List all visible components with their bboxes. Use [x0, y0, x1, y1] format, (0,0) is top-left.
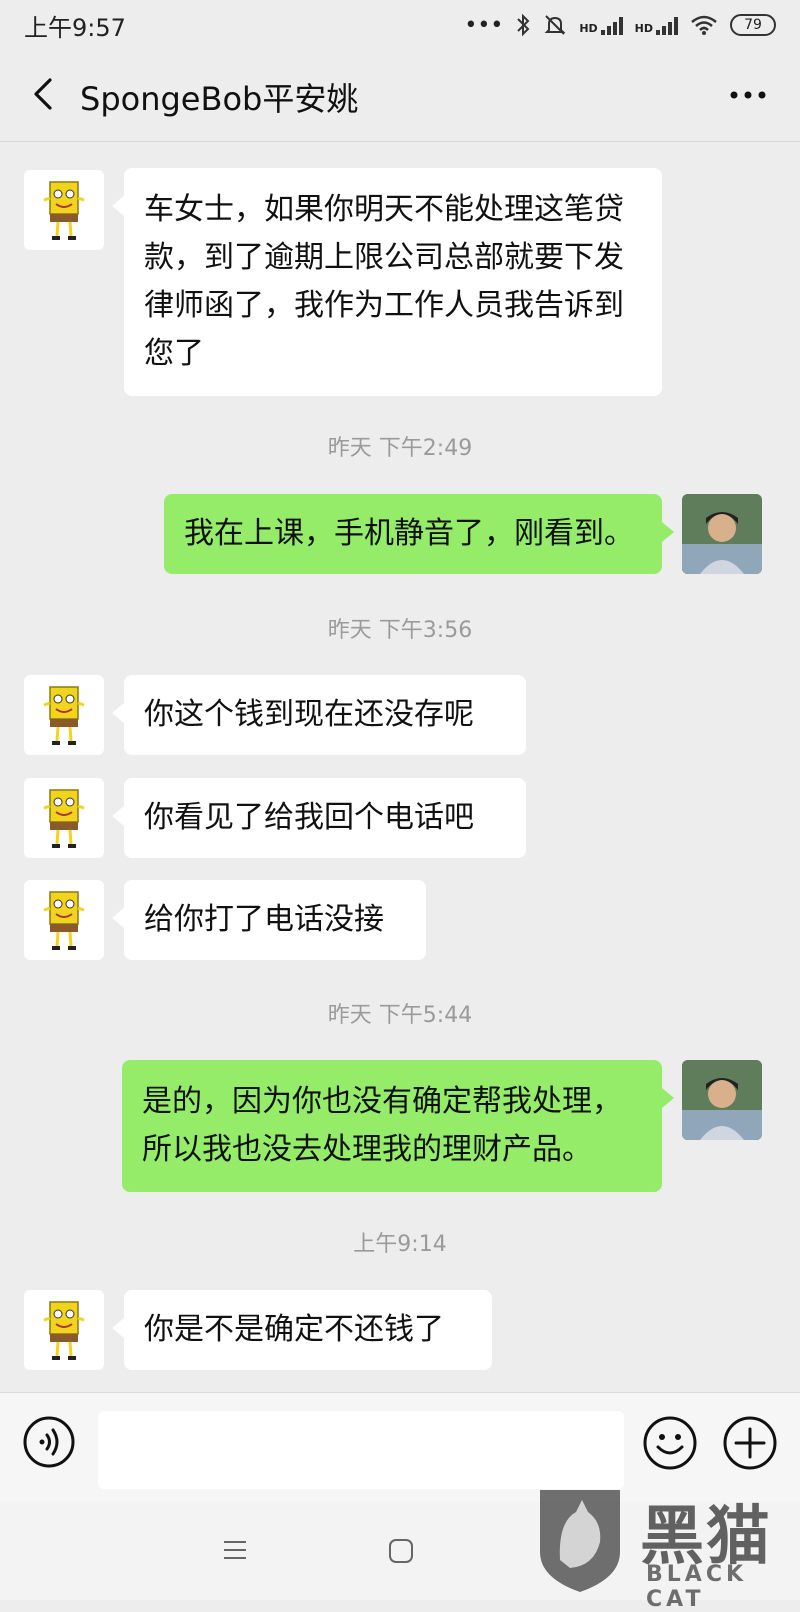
spongebob-avatar-icon	[43, 789, 85, 848]
plus-icon[interactable]	[722, 1415, 778, 1471]
message-text: 你看见了给我回个电话吧	[144, 800, 474, 835]
contact-avatar[interactable]	[24, 880, 104, 960]
message-timestamp: 昨天 下午3:56	[327, 618, 473, 643]
more-dots-icon: •••	[464, 12, 504, 38]
spongebob-avatar-icon	[43, 891, 85, 950]
message-timestamp: 上午9:14	[353, 1232, 447, 1257]
hd-label: HD	[579, 22, 598, 35]
voice-icon[interactable]	[22, 1415, 76, 1469]
message-text: 我在上课，手机静音了，刚看到。	[184, 516, 634, 551]
contact-avatar[interactable]	[24, 778, 104, 858]
incoming-message[interactable]: 你是不是确定不还钱了	[112, 1290, 492, 1370]
user-photo-icon	[682, 1060, 762, 1140]
message-text: 你是不是确定不还钱了	[144, 1312, 444, 1347]
message-text: 是的，因为你也没有确定帮我处理，所以我也没去处理我的理财产品。	[142, 1084, 622, 1167]
spongebob-avatar-icon	[43, 181, 85, 240]
mute-bell-icon	[544, 15, 566, 35]
message-text: 给你打了电话没接	[144, 902, 384, 937]
spongebob-avatar-icon	[43, 686, 85, 745]
signal-2: HD	[635, 15, 678, 35]
outgoing-message[interactable]: 我在上课，手机静音了，刚看到。	[164, 494, 674, 574]
incoming-message[interactable]: 你看见了给我回个电话吧	[112, 778, 526, 858]
message-text: 车女士，如果你明天不能处理这笔贷款，到了逾期上限公司总部就要下发律师函了，我作为…	[144, 192, 624, 371]
incoming-message[interactable]: 给你打了电话没接	[112, 880, 426, 960]
chat-header: SpongeBob平安姚	[0, 50, 800, 142]
status-time: 上午9:57	[24, 13, 126, 42]
hd-label: HD	[634, 22, 653, 35]
spongebob-avatar-icon	[43, 1301, 85, 1360]
user-photo-icon	[682, 494, 762, 574]
user-avatar[interactable]	[682, 1060, 762, 1140]
black-cat-logo-icon	[540, 1490, 620, 1592]
chat-title: SpongeBob平安姚	[80, 80, 359, 118]
signal-1: HD	[579, 15, 623, 35]
more-options-icon[interactable]	[728, 80, 768, 110]
incoming-message[interactable]: 你这个钱到现在还没存呢	[112, 675, 526, 755]
signal-icon	[656, 15, 678, 35]
incoming-message[interactable]: 车女士，如果你明天不能处理这笔贷款，到了逾期上限公司总部就要下发律师函了，我作为…	[112, 168, 662, 396]
bluetooth-icon	[517, 13, 530, 37]
battery-icon: 79	[730, 14, 776, 36]
outgoing-message[interactable]: 是的，因为你也没有确定帮我处理，所以我也没去处理我的理财产品。	[122, 1060, 674, 1192]
wifi-icon	[691, 15, 717, 35]
contact-avatar[interactable]	[24, 1290, 104, 1370]
emoji-icon[interactable]	[642, 1415, 698, 1471]
home-icon[interactable]	[388, 1538, 414, 1564]
status-bar: 上午9:57 ••• HD HD 79	[0, 0, 800, 50]
user-avatar[interactable]	[682, 494, 762, 574]
status-icons: ••• HD HD 79	[464, 13, 776, 38]
signal-icon	[600, 15, 623, 35]
watermark-text-en: BLACK CAT	[646, 1562, 748, 1612]
contact-avatar[interactable]	[24, 675, 104, 755]
menu-icon[interactable]	[222, 1538, 248, 1562]
message-timestamp: 昨天 下午5:44	[327, 1003, 473, 1028]
message-input[interactable]	[98, 1411, 624, 1489]
message-timestamp: 昨天 下午2:49	[327, 436, 473, 461]
message-text: 你这个钱到现在还没存呢	[144, 697, 474, 732]
back-arrow-icon[interactable]	[24, 72, 64, 116]
contact-avatar[interactable]	[24, 170, 104, 250]
